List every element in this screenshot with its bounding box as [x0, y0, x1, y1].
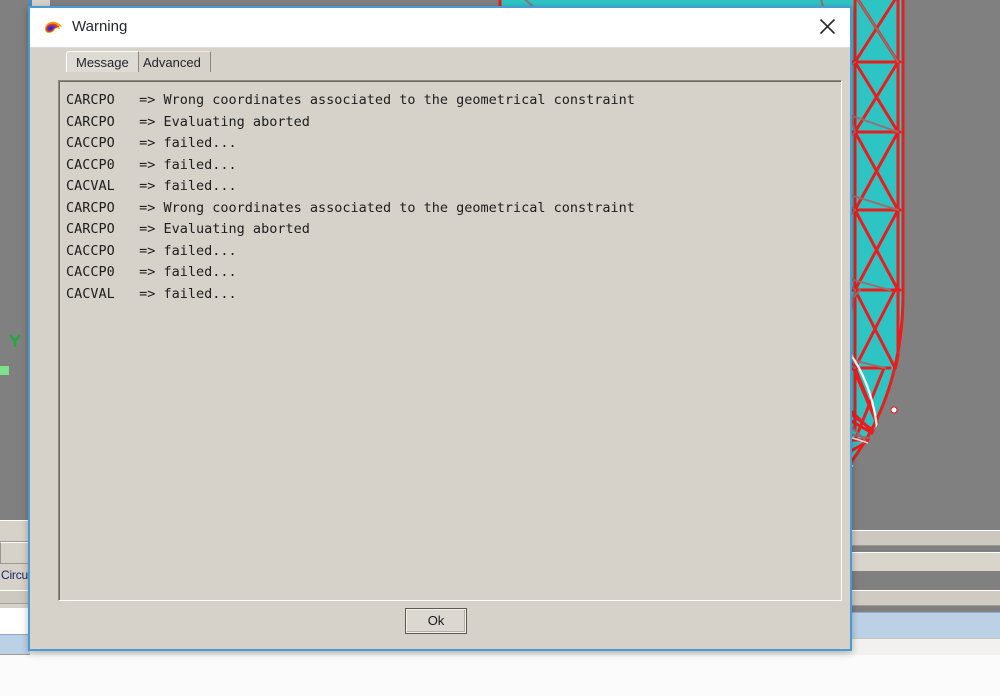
message-log-scroll[interactable]: CARCPO => Wrong coordinates associated t…: [59, 81, 841, 600]
tab-message[interactable]: Message: [66, 51, 139, 72]
tree-row[interactable]: [0, 590, 30, 604]
log-line: CARCPO => Evaluating aborted: [66, 221, 310, 237]
close-button[interactable]: [804, 8, 850, 47]
tree-row[interactable]: [0, 520, 30, 542]
axis-y-icon: [9, 334, 21, 347]
left-tree-panel[interactable]: Circuit: [0, 520, 30, 655]
log-line: CACCP0 => failed...: [66, 156, 237, 173]
axis-origin-marker: [0, 366, 9, 375]
screen: Circuit Warning: [0, 0, 1000, 696]
log-line: CACVAL => failed...: [66, 285, 237, 302]
close-icon: [819, 18, 835, 34]
dialog-button-row: Ok: [30, 601, 850, 649]
dialog-titlebar[interactable]: Warning: [30, 8, 850, 48]
log-line: CACCP0 => failed...: [66, 264, 237, 280]
log-line: CACCPO => failed...: [66, 242, 237, 259]
log-line: CACVAL => failed...: [66, 178, 237, 194]
shrimp-logo-icon: [45, 21, 62, 33]
log-line: CACCPO => failed...: [66, 135, 237, 151]
log-line: CARCPO => Wrong coordinates associated t…: [66, 92, 635, 108]
tree-row-selected[interactable]: [0, 634, 30, 655]
message-log-area: CARCPO => Wrong coordinates associated t…: [58, 80, 842, 601]
dialog-title: Warning: [72, 18, 128, 35]
ok-button[interactable]: Ok: [405, 608, 467, 634]
warning-dialog: Warning Advanced Message CARCPO => Wrong…: [28, 6, 852, 651]
log-line: CARCPO => Evaluating aborted: [66, 113, 310, 130]
tree-row[interactable]: [0, 608, 30, 634]
log-line-list: CARCPO => Wrong coordinates associated t…: [66, 90, 835, 305]
tree-row[interactable]: [0, 542, 30, 564]
log-line: CARCPO => Wrong coordinates associated t…: [66, 199, 635, 216]
tree-item-label-circuit: Circuit: [1, 568, 30, 582]
tab-advanced[interactable]: Advanced: [134, 51, 211, 72]
dialog-tab-strip: Advanced Message: [30, 48, 850, 72]
page-bottom-area: [0, 655, 1000, 696]
